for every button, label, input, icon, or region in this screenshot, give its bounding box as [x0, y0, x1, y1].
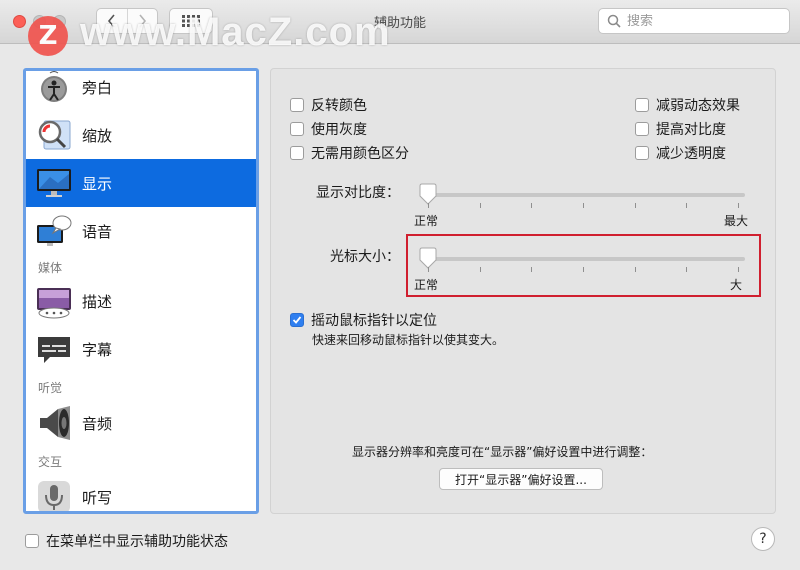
- shake-to-locate-checkbox[interactable]: 摇动鼠标指针以定位: [290, 310, 437, 330]
- sidebar-item-descriptions[interactable]: 描述: [26, 277, 256, 325]
- slider-tick: [479, 203, 481, 208]
- sidebar-item-label: 字幕: [82, 340, 113, 359]
- use-grayscale-checkbox[interactable]: 使用灰度: [290, 119, 367, 139]
- contrast-max-label: 最大: [724, 214, 749, 228]
- contrast-min-label: 正常: [414, 214, 439, 228]
- sidebar-item-speech[interactable]: 语音: [26, 207, 256, 255]
- invert-colors-checkbox[interactable]: 反转颜色: [290, 95, 367, 115]
- contrast-slider-thumb[interactable]: [418, 183, 438, 205]
- sidebar-item-zoom[interactable]: 缩放: [26, 111, 256, 159]
- voiceover-icon: [41, 71, 67, 102]
- sidebar-item-audio[interactable]: 音频: [26, 399, 256, 447]
- search-icon: [607, 14, 621, 28]
- increase-contrast-checkbox[interactable]: 提高对比度: [635, 119, 726, 139]
- audio-icon: [40, 406, 70, 440]
- slider-tick: [634, 203, 636, 208]
- open-display-preferences-button[interactable]: 打开“显示器”偏好设置...: [439, 468, 603, 490]
- checkbox-box[interactable]: [290, 313, 304, 327]
- sidebar-item-dictation[interactable]: 听写: [26, 473, 256, 511]
- sidebar-item-display[interactable]: 显示: [26, 159, 256, 207]
- search-input[interactable]: [627, 13, 777, 29]
- section-header-media: 媒体: [38, 261, 63, 275]
- highlight-box: [406, 234, 761, 297]
- captions-icon: [38, 337, 70, 363]
- slider-tick: [738, 203, 739, 208]
- checkmark-icon: [292, 316, 302, 324]
- shake-to-locate-description: 快速来回移动鼠标指针以使其变大。: [312, 333, 505, 347]
- cursor-size-slider-label: 光标大小：: [330, 249, 400, 265]
- contrast-slider-track[interactable]: [420, 193, 745, 197]
- display-settings-note: 显示器分辨率和亮度可在“显示器”偏好设置中进行调整：: [352, 445, 653, 459]
- display-icon: [37, 169, 71, 197]
- dictation-icon: [38, 481, 70, 511]
- show-in-menubar-checkbox[interactable]: 在菜单栏中显示辅助功能状态: [25, 531, 228, 551]
- checkbox-label: 减少透明度: [656, 146, 726, 162]
- slider-tick: [583, 203, 584, 208]
- sidebar: 旁白 缩放 显示 语音 媒体 描述 字幕 听觉 音频 交互 听写: [23, 68, 259, 514]
- checkbox-box[interactable]: [290, 98, 304, 112]
- checkbox-box[interactable]: [635, 146, 649, 160]
- sidebar-item-captions[interactable]: 字幕: [26, 325, 256, 373]
- checkbox-label: 摇动鼠标指针以定位: [311, 313, 437, 329]
- checkbox-label: 使用灰度: [311, 122, 367, 138]
- slider-tick: [531, 203, 533, 208]
- checkbox-label: 反转颜色: [311, 98, 367, 114]
- checkbox-label: 提高对比度: [656, 122, 726, 138]
- speech-icon: [37, 215, 72, 246]
- checkbox-box[interactable]: [635, 122, 649, 136]
- zoom-icon: [38, 120, 71, 150]
- checkbox-box[interactable]: [635, 98, 649, 112]
- sidebar-item-label: 显示: [82, 174, 113, 193]
- section-header-interaction: 交互: [38, 455, 63, 469]
- checkbox-box[interactable]: [290, 122, 304, 136]
- watermark-text: www.MacZ.com: [80, 10, 391, 54]
- reduce-motion-checkbox[interactable]: 减弱动态效果: [635, 95, 740, 115]
- sidebar-item-label: 语音: [82, 222, 113, 241]
- sidebar-item-label: 旁白: [82, 78, 113, 97]
- checkbox-label: 无需用颜色区分: [311, 146, 409, 162]
- checkbox-box[interactable]: [25, 534, 39, 548]
- checkbox-label: 减弱动态效果: [656, 98, 740, 114]
- contrast-slider-label: 显示对比度：: [316, 185, 400, 201]
- checkbox-label: 在菜单栏中显示辅助功能状态: [46, 534, 228, 550]
- section-header-hearing: 听觉: [38, 381, 63, 395]
- sidebar-item-voiceover[interactable]: 旁白: [26, 71, 256, 111]
- sidebar-item-label: 音频: [82, 414, 113, 433]
- differentiate-without-color-checkbox[interactable]: 无需用颜色区分: [290, 143, 409, 163]
- watermark-logo: Z: [28, 16, 68, 56]
- help-button[interactable]: ?: [751, 527, 775, 551]
- search-field[interactable]: [598, 8, 790, 34]
- sidebar-item-label: 描述: [82, 292, 113, 311]
- descriptions-icon: [37, 288, 71, 319]
- checkbox-box[interactable]: [290, 146, 304, 160]
- sidebar-item-label: 听写: [82, 488, 113, 507]
- slider-tick: [686, 203, 688, 208]
- reduce-transparency-checkbox[interactable]: 减少透明度: [635, 143, 726, 163]
- slider-tick: [428, 203, 429, 208]
- sidebar-item-label: 缩放: [82, 126, 113, 145]
